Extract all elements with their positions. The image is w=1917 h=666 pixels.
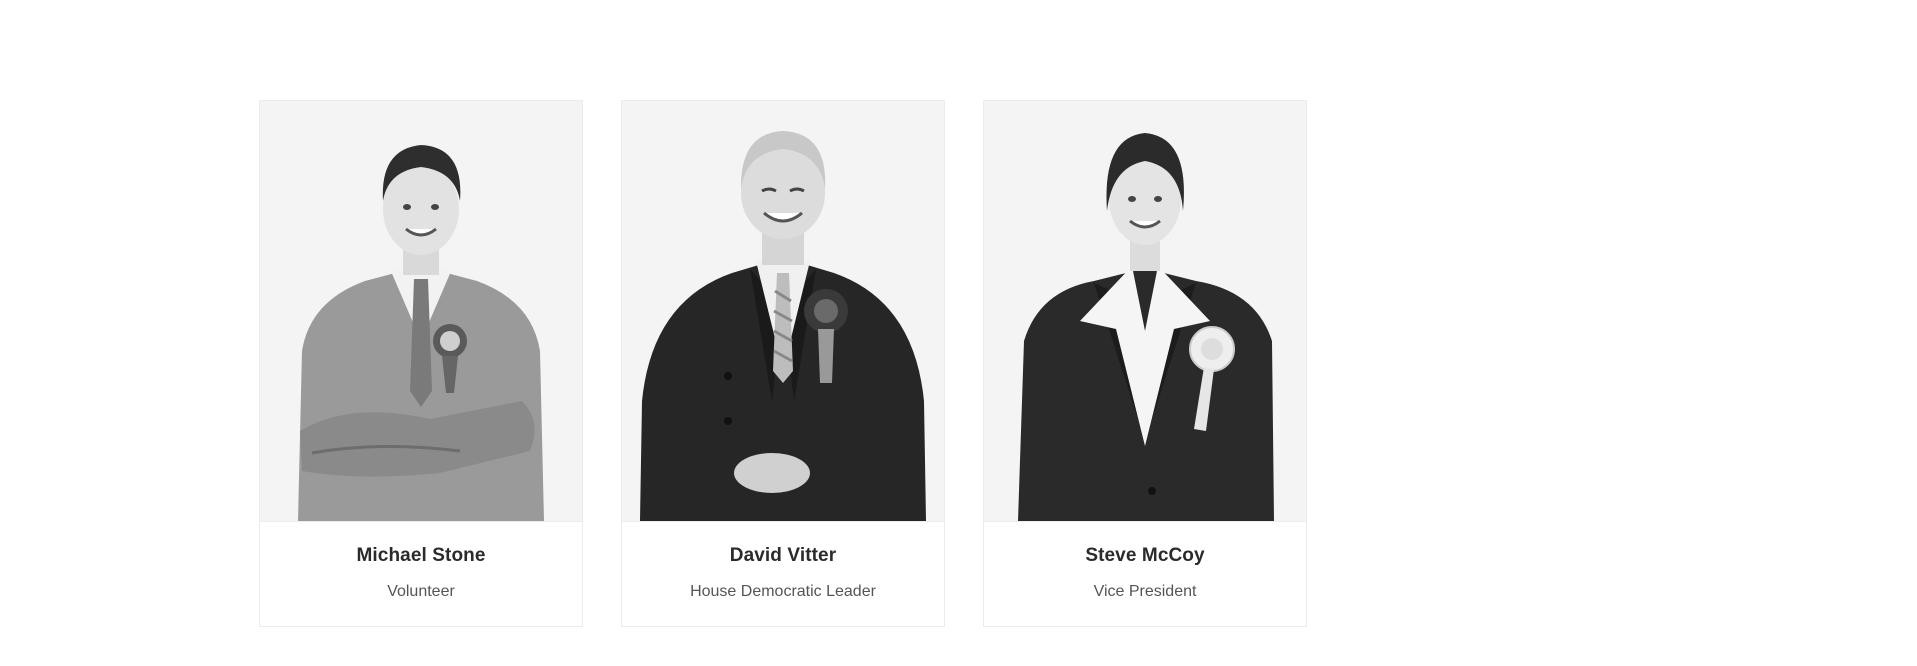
portrait-young-man-image — [260, 101, 582, 521]
team-member-info: Michael Stone Volunteer — [260, 522, 582, 626]
portrait-woman-image — [984, 101, 1306, 521]
team-member-info: David Vitter House Democratic Leader — [622, 522, 944, 626]
team-member-role: Volunteer — [387, 583, 455, 600]
team-card[interactable]: Michael Stone Volunteer — [259, 100, 583, 627]
team-member-name[interactable]: David Vitter — [622, 544, 944, 568]
team-member-photo — [622, 101, 944, 522]
team-grid: Michael Stone Volunteer David Vitter Hou… — [259, 100, 1307, 627]
team-member-name[interactable]: Michael Stone — [260, 544, 582, 568]
team-card[interactable]: Steve McCoy Vice President — [983, 100, 1307, 627]
team-member-name[interactable]: Steve McCoy — [984, 544, 1306, 568]
team-member-role: Vice President — [1093, 583, 1197, 600]
team-member-photo — [260, 101, 582, 522]
team-member-info: Steve McCoy Vice President — [984, 522, 1306, 626]
portrait-older-man-image — [622, 101, 944, 521]
team-section: Michael Stone Volunteer David Vitter Hou… — [0, 0, 1917, 666]
team-member-photo — [984, 101, 1306, 522]
team-member-role: House Democratic Leader — [690, 583, 876, 600]
team-card[interactable]: David Vitter House Democratic Leader — [621, 100, 945, 627]
